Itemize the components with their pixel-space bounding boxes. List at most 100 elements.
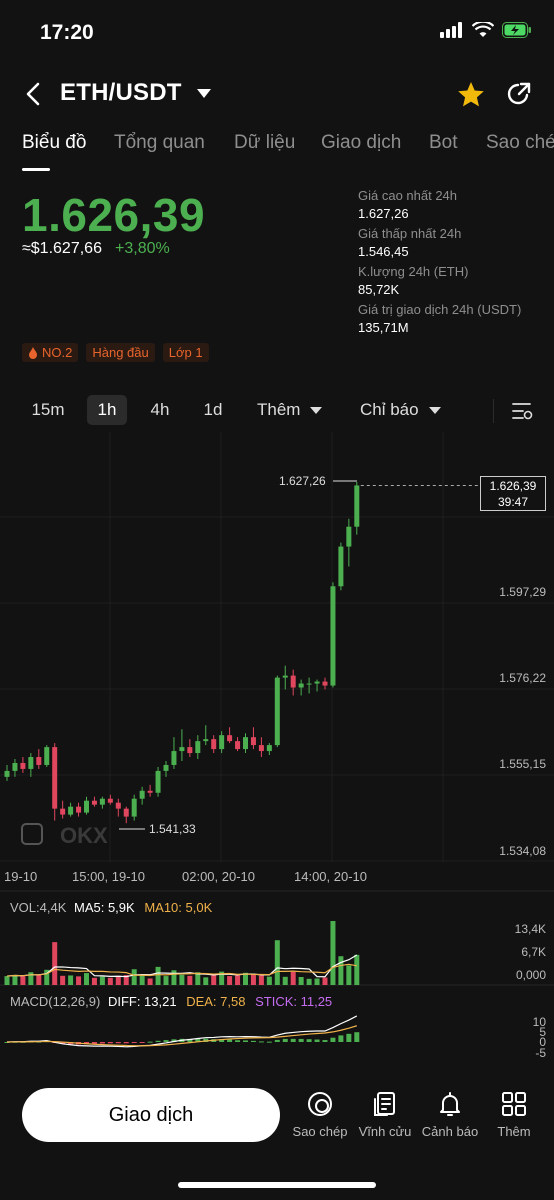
badges: NO.2 Hàng đầu Lớp 1 xyxy=(22,343,209,362)
candle-body xyxy=(147,790,153,793)
low-24h-value: 1.546,45 xyxy=(358,244,409,259)
volume-bar xyxy=(227,976,233,985)
back-icon[interactable] xyxy=(20,80,48,108)
pair-dropdown-icon[interactable] xyxy=(197,89,211,98)
candlestick-chart[interactable]: OKX xyxy=(0,432,554,1072)
macd-bar xyxy=(243,1040,248,1042)
macd-bar xyxy=(139,1042,145,1043)
signal-icon xyxy=(440,22,462,38)
bell-icon xyxy=(440,1092,460,1116)
macd-bar xyxy=(322,1040,328,1042)
trade-button[interactable]: Giao dịch xyxy=(22,1088,280,1142)
low-marker-label: 1.541,33 xyxy=(149,822,196,836)
candle-body xyxy=(298,683,304,688)
volume-bar xyxy=(354,954,360,985)
candle-body xyxy=(195,741,201,754)
copy-trading-button[interactable]: Sao chép xyxy=(285,1090,355,1139)
bottom-bar: Giao dịch Sao chép Vĩnh cửu Cảnh báo Thê… xyxy=(0,1072,554,1200)
divider xyxy=(493,399,494,423)
tab-overview[interactable]: Tổng quan xyxy=(114,132,205,154)
volume-bar xyxy=(20,976,26,985)
candle-body xyxy=(76,806,82,813)
volume-bar xyxy=(290,971,296,985)
tf-15m[interactable]: 15m xyxy=(26,395,70,425)
perpetual-button[interactable]: Vĩnh cửu xyxy=(350,1090,420,1139)
volume-bar xyxy=(314,978,320,985)
last-price-box: 1.626,39 39:47 xyxy=(480,476,546,511)
macd-bar xyxy=(99,1042,105,1044)
volume-bar xyxy=(346,965,352,985)
tab-trades[interactable]: Giao dịch xyxy=(321,132,401,154)
flame-icon xyxy=(29,346,37,359)
turnover-24h-label: Giá trị giao dịch 24h (USDT) xyxy=(358,302,522,317)
indicators-dropdown[interactable]: Chỉ báo xyxy=(360,395,460,425)
volume-bar xyxy=(28,972,34,985)
more-button[interactable]: Thêm xyxy=(479,1090,549,1139)
candle-body xyxy=(282,675,288,678)
candle-body xyxy=(203,739,209,742)
macd-bar xyxy=(147,1041,153,1043)
high-24h-value: 1.627,26 xyxy=(358,206,409,221)
top-badge[interactable]: Hàng đầu xyxy=(86,343,155,362)
copy-trade-icon xyxy=(308,1092,332,1116)
perpetual-icon xyxy=(374,1092,395,1116)
chart-settings-icon[interactable] xyxy=(512,401,534,421)
volume-24h-label: K.lượng 24h (ETH) xyxy=(358,264,469,279)
tf-1h[interactable]: 1h xyxy=(87,395,127,425)
volume-bar xyxy=(322,977,328,985)
volume-bar xyxy=(274,940,280,985)
candle-body xyxy=(68,806,74,815)
candle-body xyxy=(107,798,113,803)
candle-body xyxy=(91,800,97,805)
tab-data[interactable]: Dữ liệu xyxy=(234,132,295,154)
copy-trading-label: Sao chép xyxy=(292,1124,348,1139)
layer-badge[interactable]: Lớp 1 xyxy=(162,343,209,362)
macd-bar xyxy=(338,1035,344,1042)
volume-bar xyxy=(91,977,97,985)
candle-body xyxy=(235,741,241,750)
candle-body xyxy=(84,800,89,813)
tab-chart[interactable]: Biểu đồ xyxy=(22,132,86,154)
candle-body xyxy=(322,681,328,686)
candle-body xyxy=(28,757,34,769)
volume-bar xyxy=(258,975,264,985)
usd-price: ≈$1.627,66 xyxy=(22,240,102,257)
candle-body xyxy=(163,764,169,771)
volume-bar xyxy=(139,974,145,985)
last-price-box-value: 1.626,39 xyxy=(489,479,537,493)
tf-4h[interactable]: 4h xyxy=(142,395,178,425)
volume-bar xyxy=(179,974,185,985)
volume-bar xyxy=(298,976,304,985)
tab-bot[interactable]: Bot xyxy=(429,132,458,154)
tab-copy[interactable]: Sao chép xyxy=(486,132,554,154)
wifi-icon xyxy=(472,22,494,37)
candle-body xyxy=(4,770,10,777)
share-icon[interactable] xyxy=(505,80,533,108)
macd-bar xyxy=(123,1042,129,1044)
rank-badge[interactable]: NO.2 xyxy=(22,343,79,362)
candle-body xyxy=(346,526,352,547)
timeframe-bar: 15m 1h 4h 1d Thêm Chỉ báo xyxy=(0,393,554,429)
volume-bar xyxy=(282,976,288,985)
candle-body xyxy=(314,681,320,684)
volume-bar xyxy=(266,976,272,985)
star-icon[interactable] xyxy=(456,80,486,110)
volume-bar xyxy=(68,975,74,985)
alerts-button[interactable]: Cảnh báo xyxy=(415,1090,485,1139)
tf-1d[interactable]: 1d xyxy=(195,395,231,425)
pair-title[interactable]: ETH/USDT xyxy=(60,79,182,107)
volume-bar xyxy=(84,973,89,985)
candle-body xyxy=(60,808,66,815)
price-change: +3,80% xyxy=(115,240,170,257)
stick-label: STICK: 11,25 xyxy=(255,994,333,1009)
candle-body xyxy=(258,745,264,752)
candle-body xyxy=(44,747,50,765)
candle-body xyxy=(354,485,360,527)
status-bar: 17:20 xyxy=(0,0,554,66)
tab-bar: Biểu đồ Tổng quan Dữ liệu Giao dịch Bot … xyxy=(0,132,554,171)
volume-bar xyxy=(203,977,209,985)
watermark-logo xyxy=(21,823,43,845)
candle-body xyxy=(227,735,233,742)
tf-more-dropdown[interactable]: Thêm xyxy=(257,395,337,425)
time-tick: 19-10 xyxy=(4,869,38,884)
